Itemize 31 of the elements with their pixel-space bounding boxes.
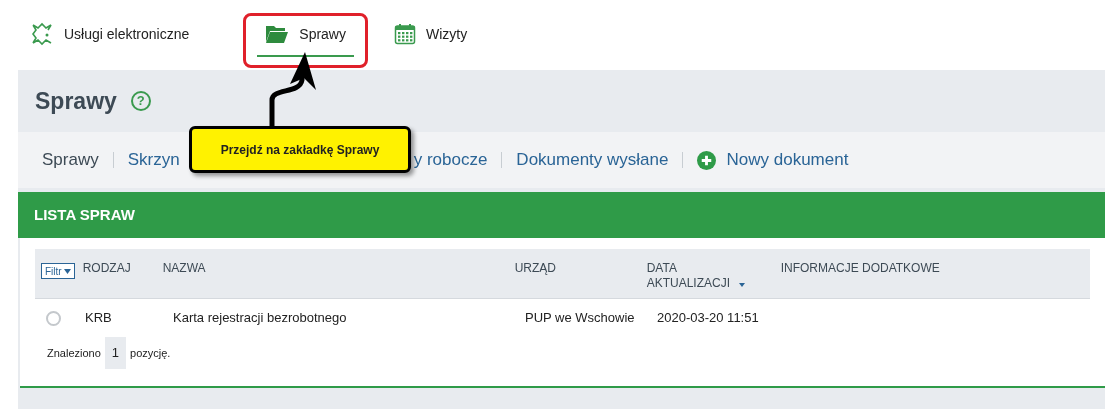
table-cell: 2020-03-20 11:51 [657, 310, 759, 326]
sort-caret-icon[interactable] [738, 283, 745, 287]
plus-circle-icon [697, 150, 717, 170]
panel-header: LISTA SPRAW [18, 192, 1105, 238]
column-header[interactable]: NAZWA [162, 261, 273, 276]
column-header[interactable]: RODZAJ [82, 261, 163, 276]
nav-link[interactable]: Skrzyn [127, 147, 180, 173]
column-header[interactable]: URZĄD [514, 261, 625, 276]
callout-tooltip: Przejdź na zakładkę Sprawy [189, 126, 411, 173]
page-title: Sprawy [35, 86, 117, 116]
nav-link[interactable]: Dokumenty wysłane [516, 147, 669, 173]
top-nav-tab[interactable]: Sprawy [257, 13, 354, 57]
results-count: 1 [104, 337, 127, 369]
row-radio[interactable] [46, 310, 61, 326]
calendar-icon [394, 23, 416, 45]
table-cell: PUP we Wschowie [525, 310, 635, 326]
results-label: pozycję. [130, 345, 171, 361]
nav-link[interactable]: y robocze [413, 147, 488, 173]
filter-dropdown[interactable]: Filtr [41, 263, 75, 279]
sparkle-frame-icon [30, 22, 54, 46]
table-cell: Karta rejestracji bezrobotnego [173, 310, 347, 326]
table-cell: KRB [85, 310, 112, 326]
current-tab[interactable]: Sprawy [42, 147, 99, 173]
results-label: Znaleziono [47, 345, 101, 361]
column-header[interactable]: INFORMACJE DODATKOWE [780, 261, 940, 276]
new-document-link[interactable]: Nowy dokument [697, 147, 849, 173]
column-header[interactable]: DATA AKTUALIZACJI [646, 261, 757, 291]
folder-icon [265, 24, 290, 44]
top-nav-tab[interactable]: Wizyty [386, 13, 476, 57]
caret-icon [63, 268, 71, 274]
top-nav-tab[interactable]: Usługi elektroniczne [22, 13, 198, 57]
